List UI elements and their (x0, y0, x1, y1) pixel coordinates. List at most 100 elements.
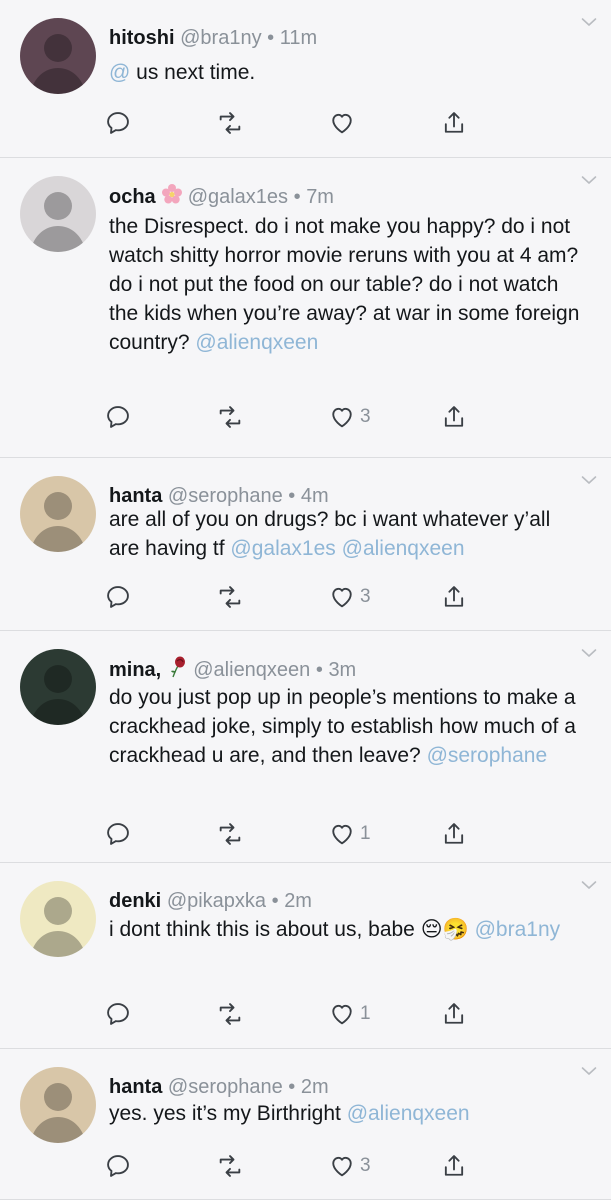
share-icon (440, 583, 468, 611)
share-icon (440, 820, 468, 848)
chevron-down-icon[interactable] (581, 1063, 597, 1075)
like-button[interactable]: 1 (328, 999, 371, 1029)
retweet-button[interactable] (216, 582, 244, 612)
reply-button[interactable] (104, 108, 132, 138)
retweet-icon (216, 403, 244, 431)
display-name[interactable]: hanta (109, 1076, 162, 1098)
handle[interactable]: @alienqxeen (193, 659, 310, 681)
tweet-actions: 3 (104, 1151, 484, 1181)
like-button[interactable] (328, 108, 356, 138)
mention-link[interactable]: @serophane (427, 744, 548, 767)
share-button[interactable] (440, 108, 468, 138)
retweet-button[interactable] (216, 819, 244, 849)
share-button[interactable] (440, 999, 468, 1029)
timestamp[interactable]: 4m (301, 485, 329, 507)
reply-icon (104, 403, 132, 431)
handle[interactable]: @pikapxka (167, 890, 266, 912)
share-icon (440, 1152, 468, 1180)
avatar[interactable] (20, 476, 96, 552)
avatar[interactable] (20, 1067, 96, 1143)
retweet-button[interactable] (216, 999, 244, 1029)
reply-button[interactable] (104, 819, 132, 849)
tweet-text: i dont think this is about us, babe 😔🤧 @… (109, 915, 585, 944)
like-button[interactable]: 3 (328, 582, 371, 612)
like-button[interactable]: 3 (328, 402, 371, 432)
display-name[interactable]: hitoshi (109, 27, 175, 49)
retweet-button[interactable] (216, 1151, 244, 1181)
handle[interactable]: @serophane (168, 485, 283, 507)
chevron-down-icon[interactable] (581, 172, 597, 184)
reply-icon (104, 109, 132, 137)
text-segment: i dont think this is about us, babe (109, 918, 421, 941)
heart-icon (328, 1000, 356, 1028)
tweet-actions: 3 (104, 582, 484, 612)
avatar[interactable] (20, 881, 96, 957)
mention-link[interactable]: @alienqxeen (347, 1102, 470, 1125)
timestamp[interactable]: 11m (280, 27, 317, 49)
share-button[interactable] (440, 582, 468, 612)
timestamp[interactable]: 2m (284, 890, 312, 912)
tweet-header: hanta @serophane • 2m (109, 1073, 329, 1101)
chevron-down-icon[interactable] (581, 877, 597, 889)
tweet[interactable]: ocha @galax1es • 7m the Disrespect. do i n… (0, 158, 611, 458)
handle[interactable]: @serophane (168, 1076, 283, 1098)
heart-icon (328, 109, 356, 137)
timestamp[interactable]: 7m (306, 186, 334, 208)
retweet-button[interactable] (216, 108, 244, 138)
retweet-icon (216, 583, 244, 611)
tweet-text: yes. yes it’s my Birthright @alienqxeen (109, 1099, 585, 1128)
reply-button[interactable] (104, 1151, 132, 1181)
handle[interactable]: @bra1ny (180, 27, 261, 49)
like-count: 3 (360, 586, 371, 607)
tweet-actions: 1 (104, 999, 484, 1029)
reply-button[interactable] (104, 582, 132, 612)
tweet[interactable]: denki @pikapxka • 2m i dont think this is… (0, 863, 611, 1049)
mention-link[interactable]: @galax1es @alienqxeen (230, 537, 464, 560)
display-name[interactable]: hanta (109, 485, 162, 507)
display-name[interactable]: ocha (109, 186, 156, 208)
tweet[interactable]: hanta @serophane • 4m are all of you on d… (0, 458, 611, 631)
tweet-actions (104, 108, 484, 138)
retweet-icon (216, 820, 244, 848)
avatar[interactable] (20, 176, 96, 252)
avatar[interactable] (20, 18, 96, 94)
avatar[interactable] (20, 649, 96, 725)
tweet[interactable]: mina, @alienqxeen • 3m do you just pop up … (0, 631, 611, 863)
text-segment: yes. yes it’s my Birthright (109, 1102, 347, 1125)
chevron-down-icon[interactable] (581, 14, 597, 26)
heart-icon (328, 403, 356, 431)
tweet-header: ocha @galax1es • 7m (109, 182, 334, 214)
like-button[interactable]: 3 (328, 1151, 371, 1181)
tweet-text: @ us next time. (109, 58, 585, 87)
mention-link[interactable]: @bra1ny (475, 918, 561, 941)
reply-button[interactable] (104, 999, 132, 1029)
mention-link[interactable]: @alienqxeen (195, 331, 318, 354)
chevron-down-icon[interactable] (581, 472, 597, 484)
display-name[interactable]: mina, (109, 659, 161, 681)
retweet-button[interactable] (216, 402, 244, 432)
tweet-header: hitoshi @bra1ny • 11m (109, 24, 317, 52)
tweet-text: do you just pop up in people’s mentions … (109, 683, 585, 770)
retweet-icon (216, 109, 244, 137)
mention-link[interactable]: @ (109, 61, 130, 84)
flower-icon (160, 182, 184, 214)
tweet-header: denki @pikapxka • 2m (109, 887, 312, 915)
heart-icon (328, 583, 356, 611)
reply-icon (104, 820, 132, 848)
tweet[interactable]: hanta @serophane • 2m yes. yes it’s my Bi… (0, 1049, 611, 1200)
handle[interactable]: @galax1es (188, 186, 288, 208)
timestamp[interactable]: 3m (328, 659, 356, 681)
tweet[interactable]: hitoshi @bra1ny • 11m @ us next time. (0, 0, 611, 158)
share-button[interactable] (440, 819, 468, 849)
retweet-icon (216, 1152, 244, 1180)
share-button[interactable] (440, 402, 468, 432)
timestamp[interactable]: 2m (301, 1076, 329, 1098)
like-button[interactable]: 1 (328, 819, 371, 849)
share-button[interactable] (440, 1151, 468, 1181)
chevron-down-icon[interactable] (581, 645, 597, 657)
reply-icon (104, 1152, 132, 1180)
tweet-text: are all of you on drugs? bc i want whate… (109, 505, 585, 563)
display-name[interactable]: denki (109, 890, 161, 912)
like-count: 3 (360, 406, 371, 427)
reply-button[interactable] (104, 402, 132, 432)
